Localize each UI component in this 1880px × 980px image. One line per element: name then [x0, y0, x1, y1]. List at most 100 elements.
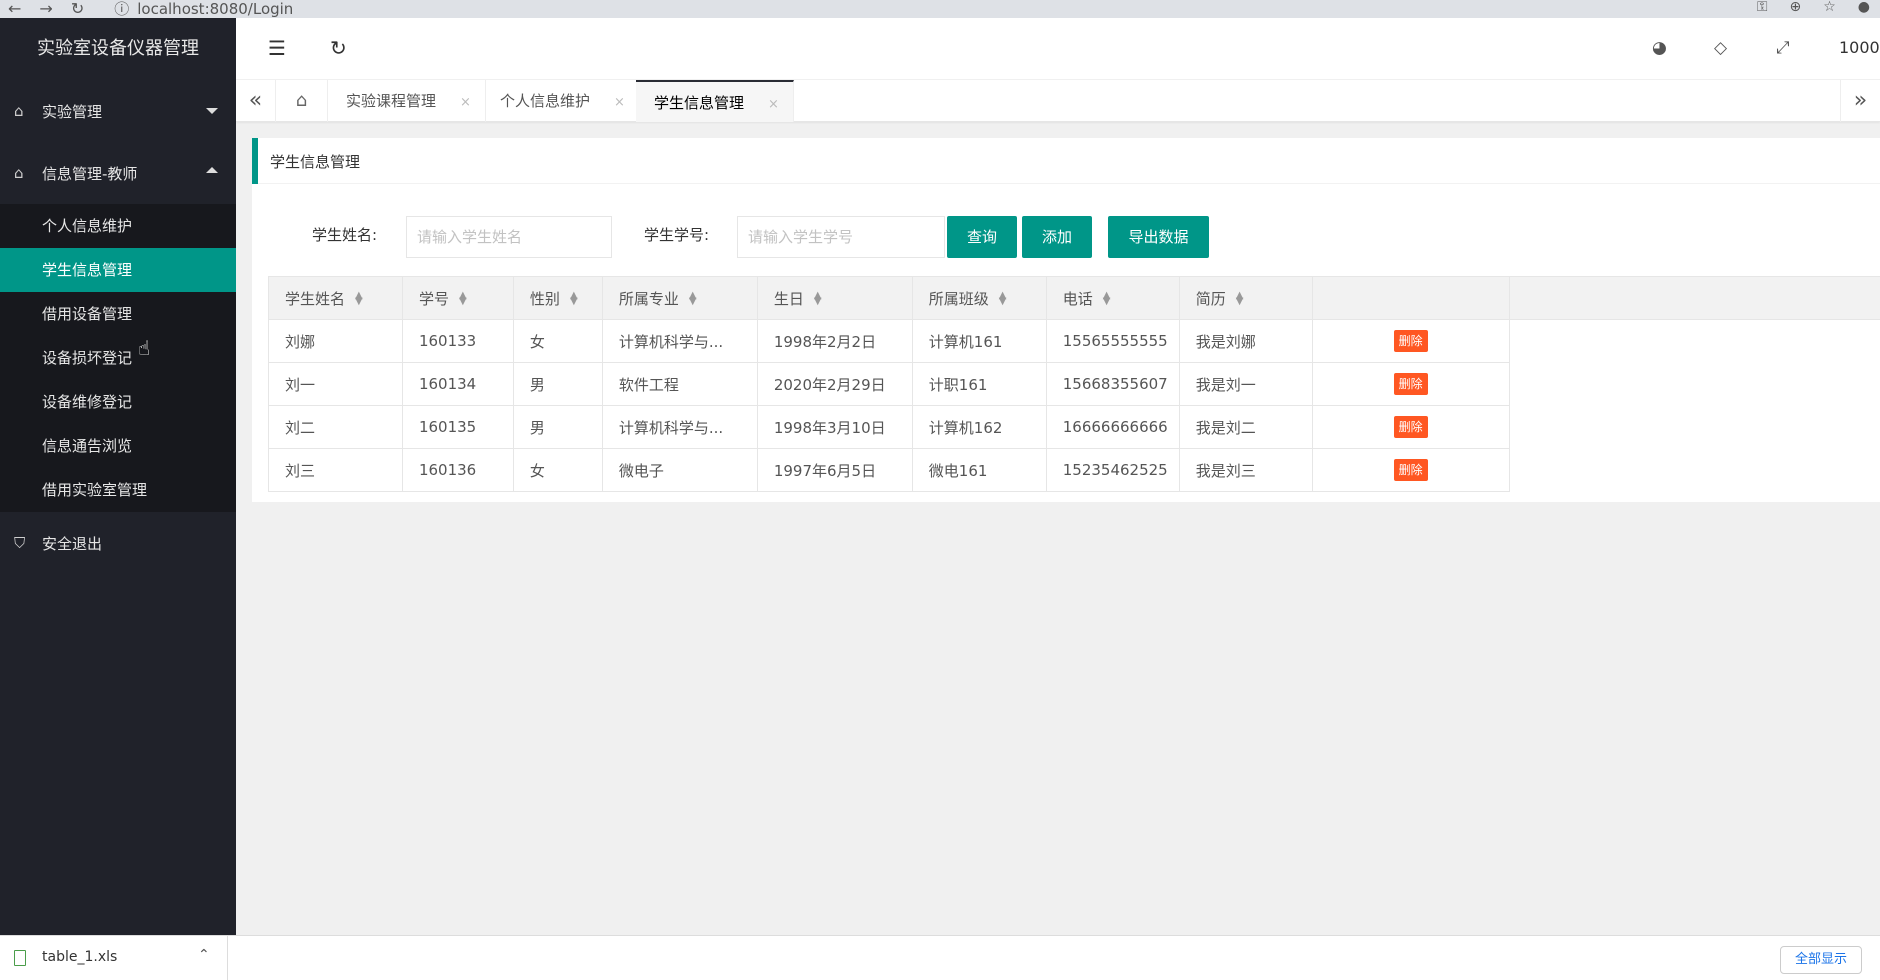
table-filler: [1508, 276, 1880, 320]
tab-label: 学生信息管理: [654, 94, 745, 112]
tab-scroll-left-icon[interactable]: «: [236, 80, 276, 122]
sort-icon[interactable]: ▲ ▼: [1103, 291, 1111, 307]
sort-icon[interactable]: ▲ ▼: [689, 291, 697, 307]
column-header-class[interactable]: 所属班级 ▲ ▼: [911, 276, 1047, 320]
sidebar-group-logout[interactable]: ⛉ 安全退出: [0, 512, 236, 574]
tag-icon[interactable]: ◇: [1714, 38, 1727, 58]
column-header-phone[interactable]: 电话 ▲ ▼: [1045, 276, 1180, 320]
sidebar-group-label: 信息管理-教师: [42, 164, 138, 183]
fullscreen-icon[interactable]: ⤢: [1776, 38, 1790, 58]
delete-button[interactable]: 删除: [1393, 416, 1428, 438]
cell-name: 刘一: [268, 362, 403, 406]
tab-student-info[interactable]: 学生信息管理 ×: [636, 80, 794, 122]
table-filler: [1508, 319, 1880, 363]
cell-name: 刘二: [268, 405, 403, 449]
sidebar-group-experiment[interactable]: ⌂ 实验管理: [0, 80, 236, 142]
title-accent-bar: [252, 138, 258, 184]
home-icon: ⌂: [14, 102, 24, 120]
sort-icon[interactable]: ▲ ▼: [355, 291, 363, 307]
browser-toolbar: ← → ↻ ⓘ localhost:8080/Login ⚿ ⊕ ☆ ●: [0, 0, 1880, 18]
caret-down-icon: [206, 108, 218, 114]
sort-icon[interactable]: ▲ ▼: [1236, 291, 1244, 307]
tab-course[interactable]: 实验课程管理 ×: [328, 80, 486, 122]
tab-label: 个人信息维护: [500, 92, 591, 110]
home-tab-icon[interactable]: ⌂: [276, 80, 328, 122]
sort-icon[interactable]: ▲ ▼: [999, 291, 1007, 307]
cell-resume: 我是刘一: [1178, 362, 1313, 406]
address-bar-url[interactable]: localhost:8080/Login: [137, 2, 293, 17]
menu-toggle-icon[interactable]: ☰: [268, 36, 286, 60]
sidebar-item-student-info[interactable]: 学生信息管理: [0, 248, 236, 292]
cell-birthday: 1997年6月5日: [756, 448, 913, 492]
mouse-cursor-icon: ☝: [138, 336, 151, 360]
chevron-up-icon[interactable]: ⌃: [198, 947, 210, 963]
cell-id: 160136: [401, 448, 514, 492]
student-name-label: 学生姓名:: [312, 226, 378, 244]
delete-button[interactable]: 删除: [1393, 459, 1428, 481]
student-table: 学生姓名 ▲ ▼ 学号 ▲ ▼ 性别 ▲ ▼ 所属专业 ▲ ▼ 生日 ▲ ▼ 所属班级 ▲ ▼ 电话 ▲ ▼…: [268, 276, 1880, 492]
cell-name: 刘三: [268, 448, 403, 492]
star-icon[interactable]: ☆: [1823, 0, 1836, 14]
zoom-icon[interactable]: ⊕: [1789, 0, 1801, 14]
sidebar-item-borrow-device[interactable]: 借用设备管理: [0, 292, 236, 336]
cell-phone: 15235462525: [1045, 448, 1180, 492]
refresh-icon[interactable]: ↻: [330, 36, 347, 60]
query-button[interactable]: 查询: [947, 216, 1017, 258]
column-header-ops: [1311, 276, 1510, 320]
add-button[interactable]: 添加: [1022, 216, 1092, 258]
cell-gender: 女: [512, 448, 603, 492]
table-filler: [1508, 362, 1880, 406]
delete-button[interactable]: 删除: [1393, 373, 1428, 395]
student-name-input[interactable]: [406, 216, 612, 258]
cell-id: 160135: [401, 405, 514, 449]
sort-icon[interactable]: ▲ ▼: [459, 291, 467, 307]
sidebar-item-personal-info[interactable]: 个人信息维护: [0, 204, 236, 248]
show-all-button[interactable]: 全部显示: [1779, 946, 1862, 974]
cell-resume: 我是刘娜: [1178, 319, 1313, 363]
column-header-resume[interactable]: 简历 ▲ ▼: [1178, 276, 1313, 320]
forward-icon[interactable]: →: [39, 1, 52, 17]
cell-class: 计算机162: [911, 405, 1047, 449]
page-title: 学生信息管理: [270, 153, 361, 171]
close-icon[interactable]: ×: [614, 95, 625, 110]
card-header: 学生信息管理: [252, 138, 1880, 184]
download-item[interactable]: table_1.xls ⌃: [0, 936, 228, 980]
sort-icon[interactable]: ▲ ▼: [570, 291, 578, 307]
column-header-name[interactable]: 学生姓名 ▲ ▼: [268, 276, 403, 320]
download-filename: table_1.xls: [42, 949, 118, 965]
sidebar-item-borrow-lab[interactable]: 借用实验室管理: [0, 468, 236, 512]
cell-birthday: 1998年3月10日: [756, 405, 913, 449]
column-header-gender[interactable]: 性别 ▲ ▼: [512, 276, 603, 320]
sidebar-group-info-teacher[interactable]: ⌂ 信息管理-教师: [0, 142, 236, 204]
key-icon[interactable]: ⚿: [1757, 0, 1768, 14]
cell-major: 软件工程: [601, 362, 758, 406]
column-header-major[interactable]: 所属专业 ▲ ▼: [601, 276, 758, 320]
sidebar-submenu: 个人信息维护 学生信息管理 借用设备管理 设备损坏登记 设备维修登记 信息通告浏…: [0, 204, 236, 512]
sidebar-item-notice-browse[interactable]: 信息通告浏览: [0, 424, 236, 468]
sidebar-item-damage-register[interactable]: 设备损坏登记: [0, 336, 236, 380]
cell-major: 计算机科学与...: [601, 319, 758, 363]
reload-icon[interactable]: ↻: [71, 1, 84, 17]
export-button[interactable]: 导出数据: [1108, 216, 1209, 258]
close-icon[interactable]: ×: [768, 97, 779, 112]
back-icon[interactable]: ←: [8, 1, 21, 17]
delete-button[interactable]: 删除: [1393, 330, 1428, 352]
table-row: 刘三 160136 女 微电子 1997年6月5日 微电161 15235462…: [268, 448, 1880, 492]
tab-scroll-right-icon[interactable]: »: [1840, 80, 1880, 122]
profile-icon[interactable]: ●: [1858, 0, 1870, 14]
column-header-birthday[interactable]: 生日 ▲ ▼: [756, 276, 913, 320]
student-id-input[interactable]: [737, 216, 945, 258]
user-name[interactable]: 10000: [1839, 38, 1880, 57]
column-header-id[interactable]: 学号 ▲ ▼: [401, 276, 514, 320]
close-icon[interactable]: ×: [460, 95, 471, 110]
download-bar: table_1.xls ⌃ 全部显示: [0, 935, 1880, 980]
info-icon[interactable]: ⓘ: [114, 2, 129, 17]
cell-ops: 删除: [1311, 362, 1510, 406]
tab-personal-info[interactable]: 个人信息维护 ×: [482, 80, 640, 122]
tab-label: 实验课程管理: [346, 92, 437, 110]
sidebar-item-repair-register[interactable]: 设备维修登记: [0, 380, 236, 424]
sort-icon[interactable]: ▲ ▼: [814, 291, 822, 307]
theme-icon[interactable]: ◕: [1652, 38, 1667, 58]
cell-major: 计算机科学与...: [601, 405, 758, 449]
tab-bar: « ⌂ 实验课程管理 × 个人信息维护 × 学生信息管理 × »: [236, 80, 1880, 122]
